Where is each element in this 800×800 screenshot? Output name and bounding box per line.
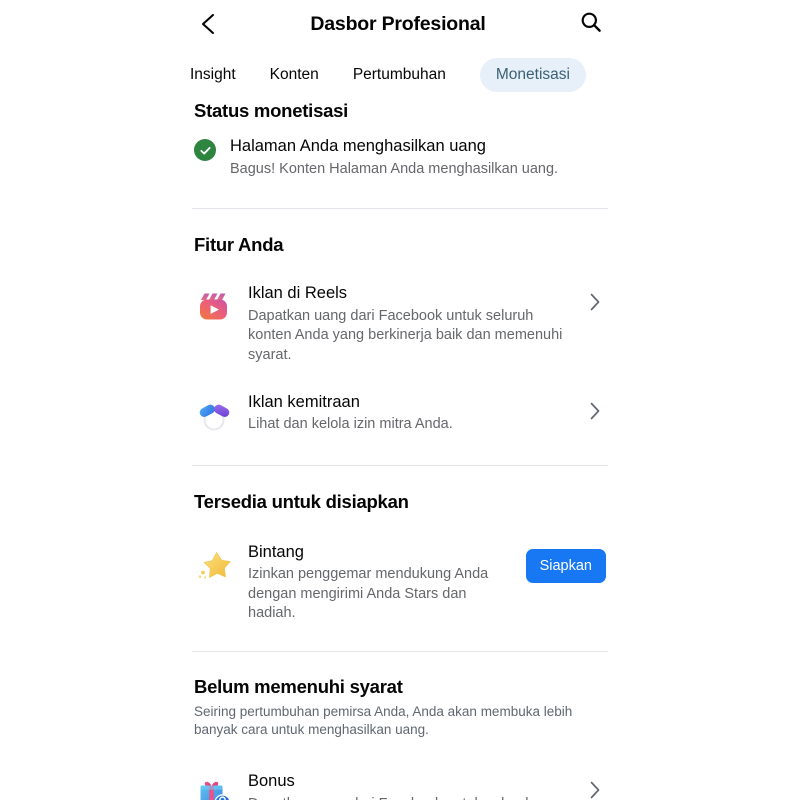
- section-fitur-anda: Fitur Anda Iklan di Reels Dapatkan uang …: [190, 234, 610, 434]
- page-title: Dasbor Profesional: [310, 12, 486, 35]
- section-tersedia-untuk-disiapkan: Tersedia untuk disiapkan Bintang Izinkan…: [190, 491, 610, 623]
- feature-row-bonus[interactable]: Bonus Dapatkan uang dari Facebook untuk …: [190, 766, 610, 800]
- top-app-bar: Dasbor Profesional: [190, 0, 610, 48]
- professional-dashboard-screen: Dasbor Profesional Insight Konten Pertum…: [0, 0, 800, 800]
- section-status-monetisasi: Status monetisasi Halaman Anda menghasil…: [190, 100, 610, 178]
- status-text-block: Halaman Anda menghasilkan uang Bagus! Ko…: [230, 136, 558, 178]
- feature-row-iklan-kemitraan[interactable]: Iklan kemitraan Lihat dan kelola izin mi…: [190, 387, 610, 435]
- feature-title: Bintang: [248, 542, 304, 561]
- tab-pertumbuhan[interactable]: Pertumbuhan: [353, 58, 446, 92]
- search-icon: [579, 10, 603, 39]
- dashboard-tabs: Insight Konten Pertumbuhan Monetisasi: [190, 56, 610, 94]
- feature-title: Iklan kemitraan: [248, 392, 360, 411]
- tab-konten[interactable]: Konten: [270, 58, 319, 92]
- section-title-fitur: Fitur Anda: [194, 234, 284, 256]
- feature-title: Iklan di Reels: [248, 284, 348, 303]
- tab-monetisasi[interactable]: Monetisasi: [479, 58, 586, 92]
- chevron-right-icon[interactable]: [584, 393, 606, 421]
- feature-description: Dapatkan uang dari Facebook untuk seluru…: [248, 795, 578, 800]
- star-icon: [194, 545, 234, 585]
- feature-body: Bintang Izinkan penggemar mendukung Anda…: [248, 543, 520, 623]
- feature-row-bintang[interactable]: Bintang Izinkan penggemar mendukung Anda…: [190, 537, 610, 623]
- section-title-tersedia: Tersedia untuk disiapkan: [194, 490, 409, 512]
- section-title-belum-memenuhi: Belum memenuhi syarat: [194, 675, 403, 697]
- status-description: Bagus! Konten Halaman Anda menghasilkan …: [230, 160, 559, 177]
- status-row: Halaman Anda menghasilkan uang Bagus! Ko…: [190, 122, 610, 178]
- section-subtitle-belum-memenuhi: Seiring pertumbuhan pemirsa Anda, Anda a…: [194, 703, 573, 738]
- feature-body: Iklan di Reels Dapatkan uang dari Facebo…: [248, 284, 584, 364]
- back-button[interactable]: [192, 7, 226, 41]
- section-title-status: Status monetisasi: [194, 100, 349, 121]
- feature-body: Iklan kemitraan Lihat dan kelola izin mi…: [248, 393, 584, 435]
- setup-button[interactable]: Siapkan: [525, 548, 606, 583]
- chevron-left-icon: [199, 12, 219, 36]
- feature-description: Dapatkan uang dari Facebook untuk seluru…: [248, 308, 563, 363]
- chevron-right-icon[interactable]: [584, 284, 606, 312]
- feature-row-iklan-di-reels[interactable]: Iklan di Reels Dapatkan uang dari Facebo…: [190, 278, 610, 364]
- monetization-content: Status monetisasi Halaman Anda menghasil…: [190, 100, 610, 800]
- section-belum-memenuhi-syarat: Belum memenuhi syarat Seiring pertumbuha…: [190, 676, 610, 800]
- reels-ads-icon: [194, 286, 234, 326]
- search-button[interactable]: [574, 7, 608, 41]
- feature-body: Bonus Dapatkan uang dari Facebook untuk …: [248, 772, 584, 800]
- feature-title: Bonus: [248, 772, 295, 791]
- feature-description: Izinkan penggemar mendukung Anda dengan …: [248, 566, 489, 621]
- chevron-right-icon[interactable]: [584, 772, 606, 800]
- gift-locked-icon: [194, 774, 234, 800]
- partnership-ads-icon: [194, 395, 234, 435]
- check-circle-icon: [194, 139, 216, 161]
- status-title: Halaman Anda menghasilkan uang: [230, 137, 486, 155]
- tab-insight[interactable]: Insight: [190, 58, 236, 92]
- feature-description: Lihat dan kelola izin mitra Anda.: [248, 416, 453, 433]
